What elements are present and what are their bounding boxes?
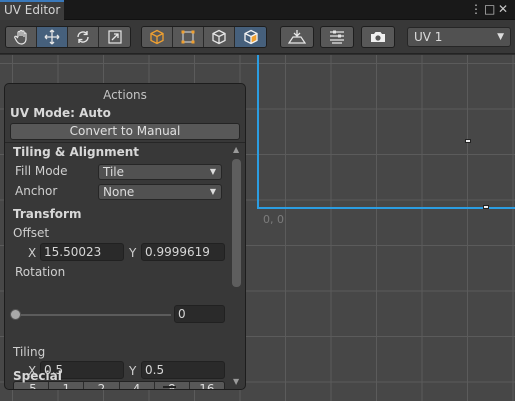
uv-channel-value: UV 1 xyxy=(414,30,443,44)
actions-scrollbar[interactable]: ▲ ▼ xyxy=(230,143,243,389)
tiling-alignment-header: Tiling & Alignment xyxy=(13,145,140,159)
anchor-label: Anchor xyxy=(15,184,58,198)
fill-mode-value: Tile xyxy=(103,165,125,179)
uv-vertex-handle[interactable] xyxy=(483,205,489,209)
screenshot-button[interactable] xyxy=(361,26,395,48)
hand-icon xyxy=(14,29,27,45)
tiling-preset-button[interactable]: 1 xyxy=(49,382,85,389)
resize-grip[interactable] xyxy=(163,386,176,388)
window-tab-bar: UV Editor ⋮ □ ✕ xyxy=(0,0,515,20)
tab-uv-editor[interactable]: UV Editor xyxy=(0,0,64,20)
rotation-field[interactable]: 0 xyxy=(174,305,225,323)
settings-list-icon xyxy=(330,30,344,44)
toolbar: UV 1 ▼ xyxy=(0,20,515,54)
convert-to-manual-button[interactable]: Convert to Manual xyxy=(10,123,240,140)
scale-tool-button[interactable] xyxy=(99,27,130,47)
tiling-label: Tiling xyxy=(13,345,46,359)
layout-settings-button[interactable] xyxy=(320,26,354,48)
rotate-icon xyxy=(77,31,89,43)
window-menu-icon[interactable]: ⋮ xyxy=(470,2,482,16)
move-tool-button[interactable] xyxy=(37,27,68,47)
uv-vertex-handle[interactable] xyxy=(465,139,471,143)
rotation-slider-handle[interactable] xyxy=(10,309,21,320)
tiling-preset-button[interactable]: 4 xyxy=(119,382,155,389)
uv-mode-label: UV Mode: Auto xyxy=(10,106,111,120)
cube-face-icon xyxy=(243,29,258,45)
actions-panel-title: Actions xyxy=(103,88,147,102)
scrollbar-thumb[interactable] xyxy=(232,159,241,287)
move-icon xyxy=(44,29,60,45)
origin-label: 0, 0 xyxy=(263,213,284,226)
object-mode-button[interactable] xyxy=(142,27,173,47)
chevron-down-icon: ▼ xyxy=(209,187,216,196)
uv-channel-dropdown[interactable]: UV 1 ▼ xyxy=(407,27,511,47)
tiling-preset-button[interactable]: 2 xyxy=(84,382,120,389)
tiling-y-field[interactable]: 0.5 xyxy=(141,361,225,379)
uv-border-vertical xyxy=(257,55,259,208)
tiling-y-label: Y xyxy=(129,364,137,378)
rotate-tool-button[interactable] xyxy=(68,27,99,47)
chevron-down-icon: ▼ xyxy=(209,167,216,176)
vertex-mode-button[interactable] xyxy=(173,27,204,47)
camera-icon xyxy=(371,32,385,42)
offset-y-label: Y xyxy=(129,246,137,260)
scroll-up-icon[interactable]: ▲ xyxy=(233,145,239,154)
maximize-icon[interactable]: □ xyxy=(484,2,495,16)
cube-object-icon xyxy=(150,29,164,45)
anchor-dropdown[interactable]: None ▼ xyxy=(98,184,222,200)
texture-render-button[interactable] xyxy=(280,26,314,48)
scale-icon xyxy=(107,30,122,44)
tiling-preset-button[interactable]: 16 xyxy=(189,382,224,389)
offset-label: Offset xyxy=(13,226,50,240)
uv-border-horizontal xyxy=(257,207,515,209)
face-mode-button[interactable] xyxy=(235,27,266,47)
tab-title: UV Editor xyxy=(4,3,61,17)
offset-y-field[interactable]: 0.9999619 xyxy=(141,243,225,261)
offset-x-field[interactable]: 15.50023 xyxy=(40,243,124,261)
selection-mode-group xyxy=(141,26,267,48)
scroll-down-icon[interactable]: ▼ xyxy=(233,377,239,386)
fill-mode-label: Fill Mode xyxy=(15,164,68,178)
offset-x-label: X xyxy=(28,246,37,260)
rotation-slider-track[interactable] xyxy=(15,314,171,316)
anchor-value: None xyxy=(103,185,135,199)
actions-scroll-area[interactable]: Tiling & Alignment Fill Mode Tile ▼ Anch… xyxy=(5,143,229,389)
cube-edge-icon xyxy=(212,29,226,45)
special-header: Special xyxy=(13,369,62,383)
transform-header: Transform xyxy=(13,207,82,221)
edge-mode-button[interactable] xyxy=(204,27,235,47)
vertex-icon xyxy=(181,30,195,44)
chevron-down-icon: ▼ xyxy=(497,32,504,42)
tiling-preset-button[interactable]: .5 xyxy=(14,382,50,389)
close-icon[interactable]: ✕ xyxy=(498,2,508,16)
transform-tool-group xyxy=(5,26,131,48)
fill-mode-dropdown[interactable]: Tile ▼ xyxy=(98,164,222,180)
render-uv-icon xyxy=(288,30,306,44)
rotation-label: Rotation xyxy=(15,265,66,279)
hand-tool-button[interactable] xyxy=(6,27,37,47)
actions-panel: Actions UV Mode: Auto Convert to Manual … xyxy=(4,83,246,390)
